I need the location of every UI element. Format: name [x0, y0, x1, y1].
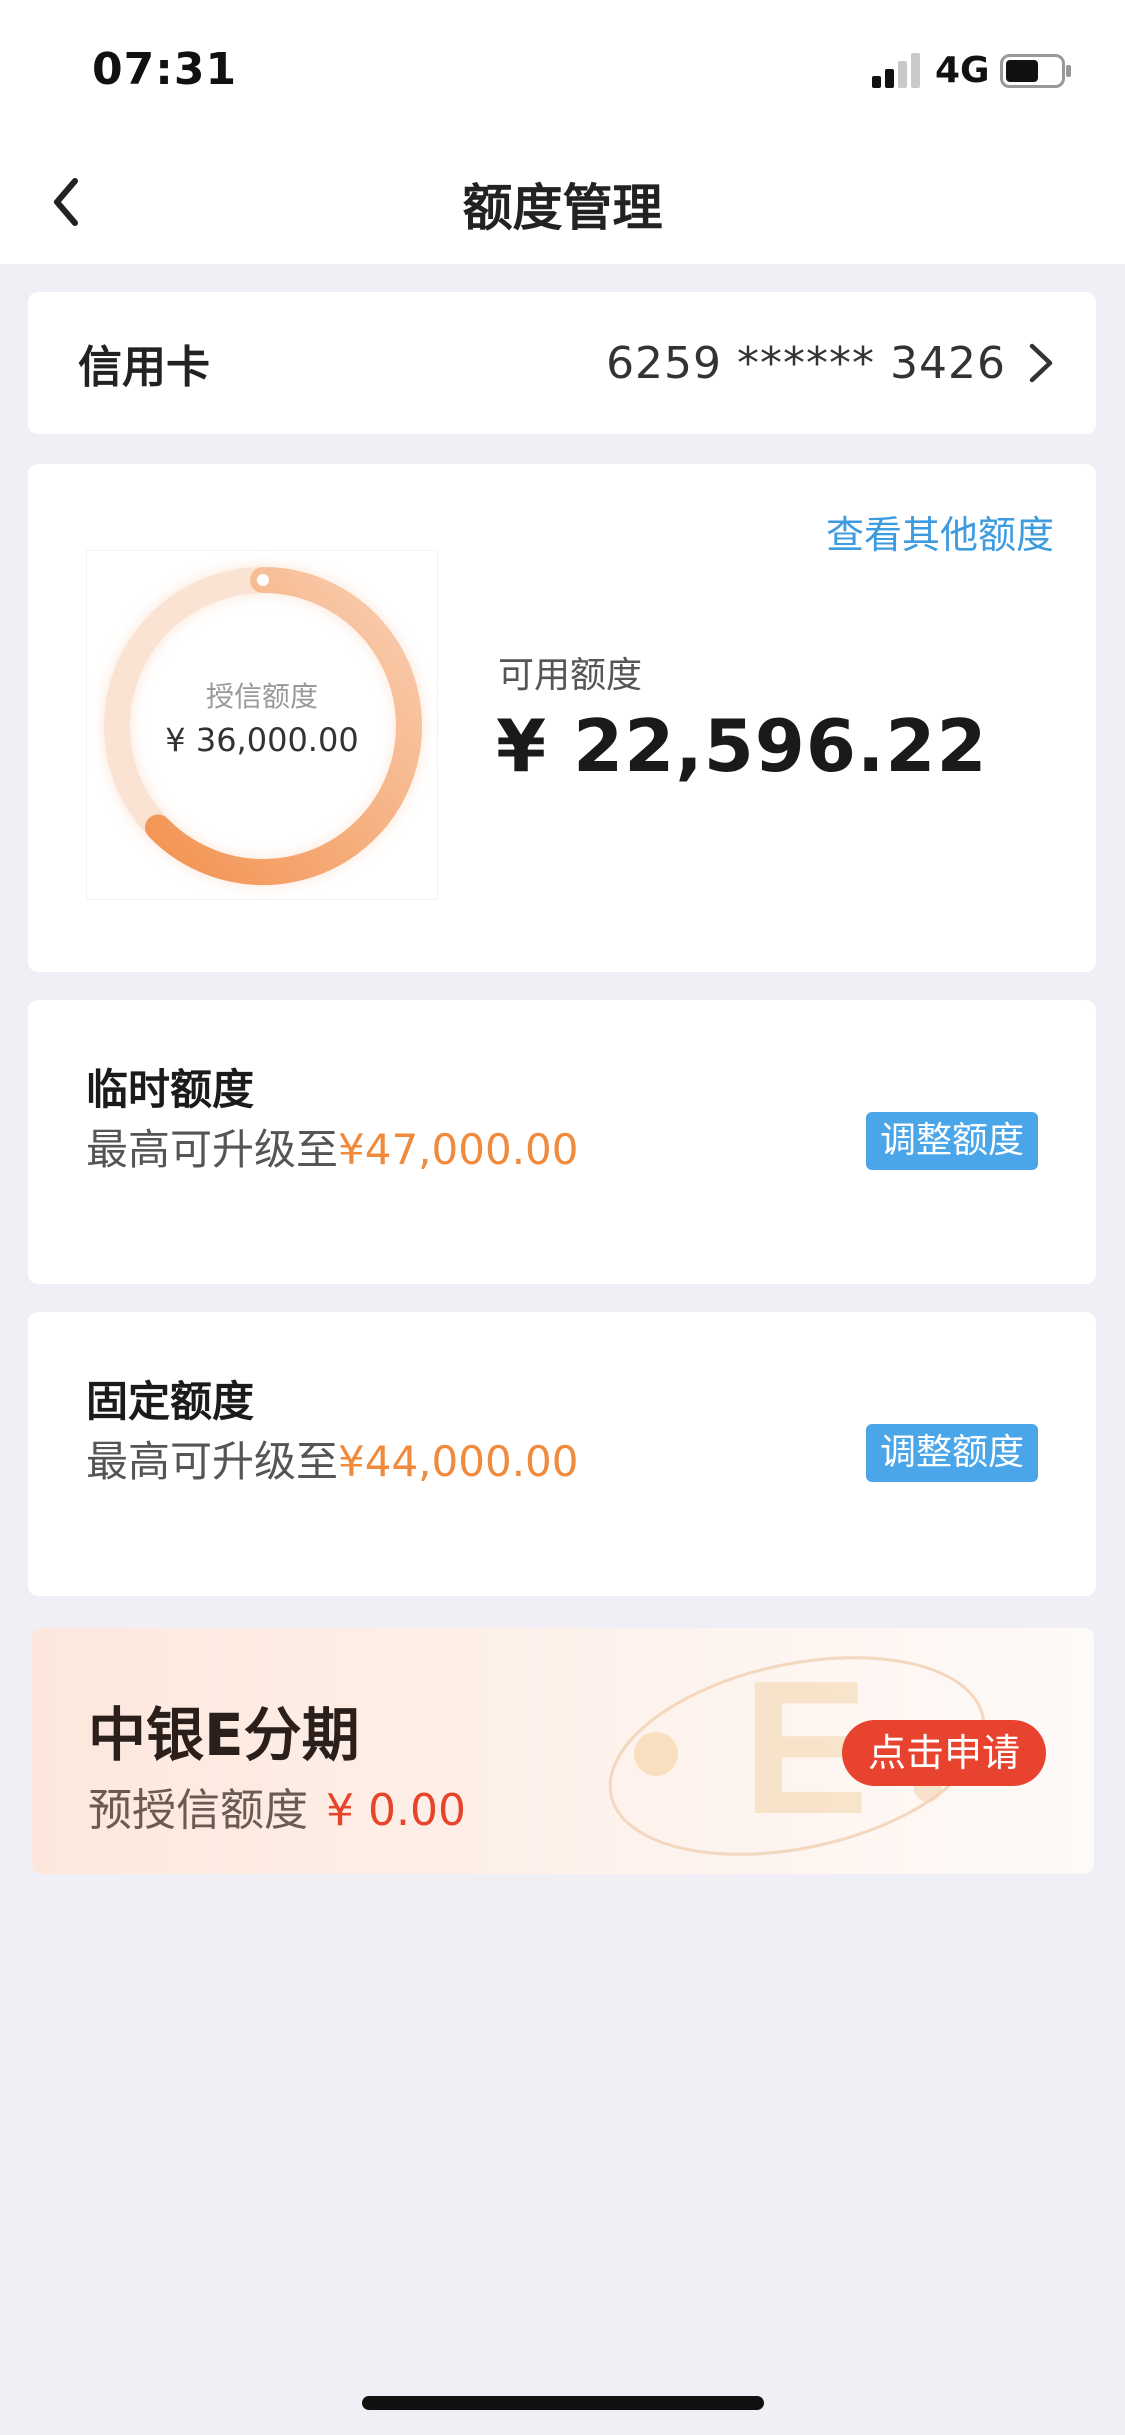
credit-limit-label: 授信额度	[205, 680, 318, 713]
status-bar: 07:31 4G	[0, 0, 1125, 140]
e-installment-prefix: 预授信额度	[88, 1785, 308, 1836]
nav-bar: 额度管理	[0, 140, 1125, 264]
fixed-limit-title: 固定额度	[86, 1377, 255, 1426]
screen: 07:31 4G 额度管理 信用卡 6259 ****** 3426 查看其他额…	[0, 0, 1125, 2435]
fixed-limit-prefix: 最高可升级至	[86, 1437, 339, 1486]
adjust-fixed-button[interactable]: 调整额度	[865, 1424, 1038, 1482]
card-type-label: 信用卡	[78, 342, 210, 393]
temporary-limit-card: 临时额度 最高可升级至¥47,000.00 调整额度	[28, 1000, 1096, 1284]
signal-icon	[872, 53, 920, 88]
temporary-limit-desc: 最高可升级至¥47,000.00	[86, 1116, 579, 1177]
home-indicator	[362, 2396, 764, 2410]
temporary-limit-prefix: 最高可升级至	[86, 1125, 339, 1174]
card-selector[interactable]: 信用卡 6259 ****** 3426	[28, 292, 1096, 434]
fixed-limit-amount: ¥44,000.00	[338, 1437, 579, 1486]
adjust-temporary-button[interactable]: 调整额度	[865, 1112, 1038, 1170]
fixed-limit-desc: 最高可升级至¥44,000.00	[86, 1428, 579, 1489]
e-installment-banner[interactable]: E 中银E分期 预授信额度 ¥ 0.00 点击申请	[32, 1628, 1094, 1874]
available-value: ¥ 22,596.22	[496, 704, 988, 788]
page-title: 额度管理	[462, 179, 663, 237]
temporary-limit-amount: ¥47,000.00	[338, 1125, 579, 1174]
e-installment-title: 中银E分期	[88, 1701, 360, 1769]
e-installment-desc: 预授信额度 ¥ 0.00	[88, 1774, 466, 1838]
network-label: 4G	[935, 50, 990, 91]
quota-card: 查看其他额度 授信额度 ¥ 36,000.00 可用额度 ¥ 22,596.22	[28, 464, 1096, 972]
fixed-limit-card: 固定额度 最高可升级至¥44,000.00 调整额度	[28, 1312, 1096, 1596]
chevron-right-icon	[1029, 343, 1053, 383]
status-time: 07:31	[92, 44, 238, 95]
credit-ring: 授信额度 ¥ 36,000.00	[86, 550, 438, 900]
temporary-limit-title: 临时额度	[86, 1065, 255, 1114]
card-number: 6259 ****** 3426	[606, 337, 1006, 389]
view-other-quota-link[interactable]: 查看其他额度	[826, 504, 1054, 559]
available-label: 可用额度	[498, 655, 643, 696]
e-installment-amount: ¥ 0.00	[326, 1785, 466, 1836]
apply-button[interactable]: 点击申请	[841, 1720, 1046, 1786]
credit-limit-value: ¥ 36,000.00	[165, 721, 359, 759]
battery-icon	[1000, 54, 1071, 88]
ring-start-dot	[257, 574, 269, 586]
